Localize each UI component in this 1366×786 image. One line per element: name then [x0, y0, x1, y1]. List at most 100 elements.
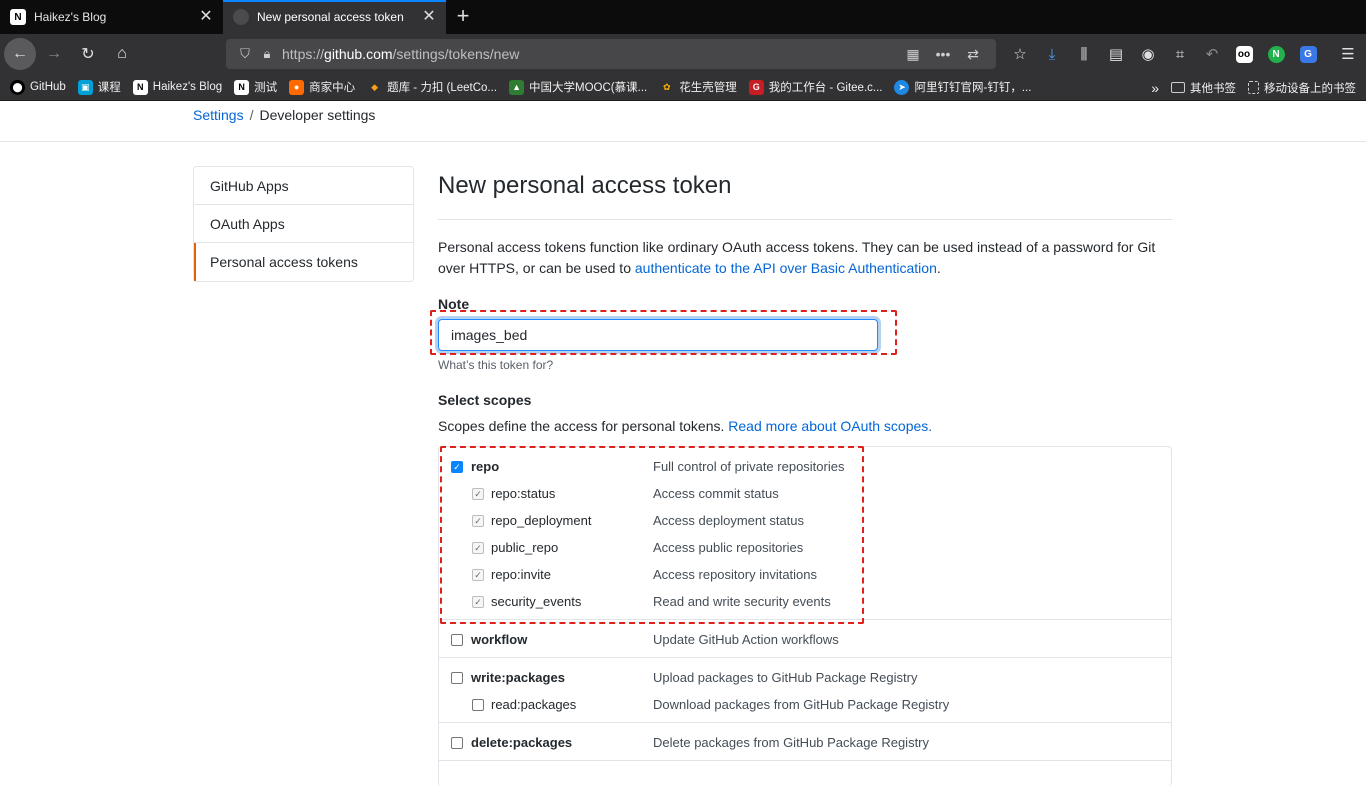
breadcrumb: Settings / Developer settings — [193, 107, 375, 123]
scope-group-workflow: workflow Update GitHub Action workflows — [439, 620, 1171, 658]
bookmarks-overflow-icon[interactable]: » — [1151, 80, 1159, 96]
translate-icon[interactable]: ⇄ — [958, 46, 988, 63]
scope-name: repo_deployment — [491, 513, 592, 528]
back-button[interactable]: ← — [4, 38, 36, 70]
mooc-icon: ▲ — [509, 79, 525, 95]
scope-row: delete:packages Delete packages from Git… — [439, 729, 1171, 756]
download-icon[interactable]: ⤓ — [1036, 38, 1068, 70]
bookmark-peanut[interactable]: ✿ 花生壳管理 — [659, 79, 737, 95]
scope-description: Upload packages to GitHub Package Regist… — [653, 670, 918, 685]
checkbox-workflow[interactable] — [451, 633, 463, 646]
checkbox-read-packages[interactable] — [472, 698, 484, 711]
library-icon[interactable]: ⫼ — [1068, 38, 1100, 70]
github-icon: ⬤ — [10, 79, 25, 95]
bookmark-mooc[interactable]: ▲ 中国大学MOOC(慕课... — [509, 79, 647, 95]
tab-strip: N Haikez's Blog ✕ New personal access to… — [0, 0, 1366, 34]
scope-name: delete:packages — [471, 735, 573, 750]
bookmark-leetcode[interactable]: ◆ 题库 - 力扣 (LeetCo... — [367, 79, 497, 95]
scope-row: workflow Update GitHub Action workflows — [439, 626, 1171, 653]
breadcrumb-settings-link[interactable]: Settings — [193, 107, 244, 123]
extension-n-icon[interactable]: N — [1260, 38, 1292, 70]
home-button[interactable]: ⌂ — [106, 38, 138, 70]
sidebar-icon[interactable]: ▤ — [1100, 38, 1132, 70]
tab-new-token[interactable]: New personal access token ✕ — [223, 0, 446, 34]
url-text[interactable]: https://github.com/settings/tokens/new — [282, 46, 898, 62]
tv-icon: ▣ — [77, 79, 93, 95]
scope-row: ✓ repo_deployment Access deployment stat… — [439, 507, 1171, 534]
checkbox-security-events[interactable]: ✓ — [472, 595, 484, 608]
tab-title: New personal access token — [257, 10, 404, 24]
lock-icon[interactable]: 🔒︎ — [256, 46, 278, 62]
bookmark-github[interactable]: ⬤ GitHub — [10, 79, 66, 95]
notion-icon: N — [10, 9, 26, 25]
forward-button[interactable]: → — [38, 38, 70, 70]
notion-icon: N — [132, 79, 148, 95]
scope-name: public_repo — [491, 540, 559, 555]
basic-auth-link[interactable]: authenticate to the API over Basic Authe… — [635, 260, 937, 276]
note-input[interactable] — [438, 319, 878, 351]
bookmark-star-icon[interactable]: ☆ — [1004, 38, 1036, 70]
breadcrumb-bar: Settings / Developer settings — [0, 102, 1366, 142]
reload-button[interactable]: ↻ — [72, 38, 104, 70]
scopes-description: Scopes define the access for personal to… — [438, 418, 933, 434]
sidebar-item-oauth-apps[interactable]: OAuth Apps — [194, 205, 413, 243]
intro-text: Personal access tokens function like ord… — [438, 239, 1156, 276]
bookmark-haikez-blog[interactable]: N Haikez's Blog — [132, 79, 222, 95]
scope-description: Access deployment status — [653, 513, 805, 528]
bookmark-other[interactable]: 其他书签 — [1171, 80, 1236, 96]
folder-icon — [1171, 82, 1185, 93]
scope-name: workflow — [471, 632, 528, 647]
crop-icon[interactable]: ⌗ — [1164, 38, 1196, 70]
breadcrumb-separator: / — [249, 107, 254, 123]
close-tab-icon[interactable]: ✕ — [420, 8, 438, 26]
scope-description: Update GitHub Action workflows — [653, 632, 839, 647]
shield-icon[interactable]: ⛉ — [234, 46, 256, 62]
checkbox-repo-status[interactable]: ✓ — [472, 487, 484, 500]
new-tab-button[interactable]: + — [446, 0, 480, 34]
checkbox-write-packages[interactable] — [451, 671, 463, 684]
tab-title: Haikez's Blog — [34, 10, 107, 24]
scope-description: Download packages from GitHub Package Re… — [653, 697, 950, 712]
shop-icon: ● — [289, 79, 305, 95]
scope-row: read:packages Download packages from Git… — [439, 691, 1171, 718]
sidebar-item-github-apps[interactable]: GitHub Apps — [194, 167, 413, 205]
address-bar[interactable]: ⛉ 🔒︎ https://github.com/settings/tokens/… — [226, 39, 996, 69]
scopes-list: ✓ repo Full control of private repositor… — [438, 446, 1172, 786]
bookmark-dingtalk[interactable]: ➤ 阿里钉钉官网-钉钉，... — [894, 79, 1031, 95]
checkbox-public-repo[interactable]: ✓ — [472, 541, 484, 554]
account-icon[interactable]: ◉ — [1132, 38, 1164, 70]
scope-description: Read and write security events — [653, 594, 831, 609]
scope-name: repo — [471, 459, 500, 474]
bookmark-merchant[interactable]: ● 商家中心 — [289, 79, 355, 95]
oauth-scopes-link[interactable]: Read more about OAuth scopes. — [728, 418, 932, 434]
checkbox-repo-deployment[interactable]: ✓ — [472, 514, 484, 527]
scope-row: ✓ repo Full control of private repositor… — [439, 453, 1171, 480]
page-actions-icon[interactable]: ••• — [928, 46, 958, 62]
sidebar-item-personal-access-tokens[interactable]: Personal access tokens — [194, 243, 413, 281]
bookmark-courses[interactable]: ▣ 课程 — [77, 79, 121, 95]
scope-description: Access repository invitations — [653, 567, 818, 582]
notion-icon: N — [234, 79, 250, 95]
scope-description: Access commit status — [653, 486, 779, 501]
extension-translate-icon[interactable]: G — [1292, 38, 1324, 70]
breadcrumb-current: Developer settings — [259, 107, 376, 123]
menu-icon[interactable]: ☰ — [1332, 38, 1364, 70]
note-hint: What’s this token for? — [438, 358, 554, 372]
scope-row: ✓ security_events Read and write securit… — [439, 588, 1171, 615]
extension-oo-icon[interactable]: oo — [1228, 38, 1260, 70]
checkbox-delete-packages[interactable] — [451, 736, 463, 749]
tab-haikez-blog[interactable]: N Haikez's Blog ✕ — [0, 0, 223, 34]
checkbox-repo[interactable]: ✓ — [451, 460, 463, 473]
bookmark-gitee[interactable]: G 我的工作台 - Gitee.c... — [748, 79, 882, 95]
close-tab-icon[interactable]: ✕ — [197, 8, 215, 26]
qr-code-icon[interactable]: ▦ — [898, 46, 928, 63]
nav-bar: ← → ↻ ⌂ ⛉ 🔒︎ https://github.com/settings… — [0, 34, 1366, 74]
scope-row: write:packages Upload packages to GitHub… — [439, 664, 1171, 691]
bookmark-mobile[interactable]: 移动设备上的书签 — [1248, 80, 1356, 96]
undo-icon[interactable]: ↶ — [1196, 38, 1228, 70]
gitee-icon: G — [748, 79, 764, 95]
scope-row: ✓ repo:invite Access repository invitati… — [439, 561, 1171, 588]
bookmarks-bar: ⬤ GitHub ▣ 课程 N Haikez's Blog N 测试 ● 商家中心 ◆ 题库… — [0, 74, 1366, 101]
bookmark-test[interactable]: N 测试 — [234, 79, 277, 95]
checkbox-repo-invite[interactable]: ✓ — [472, 568, 484, 581]
